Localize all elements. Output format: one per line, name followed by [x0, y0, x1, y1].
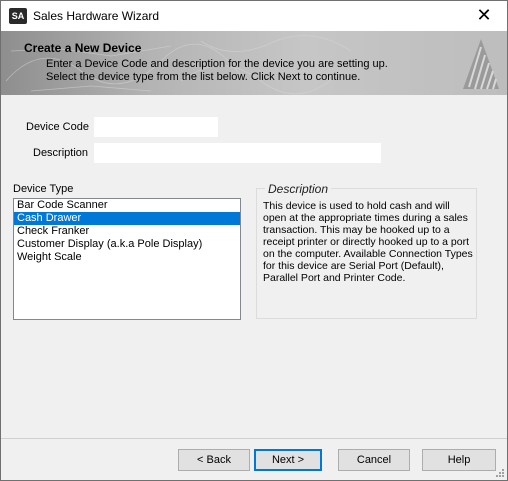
next-button[interactable]: Next >: [254, 449, 322, 471]
triangle-stripes-logo: [463, 39, 499, 90]
cancel-button[interactable]: Cancel: [338, 449, 410, 471]
banner-title: Create a New Device: [24, 41, 142, 55]
footer-divider: [1, 438, 507, 439]
window-title: Sales Hardware Wizard: [33, 9, 160, 23]
description-field[interactable]: [94, 143, 381, 163]
list-item[interactable]: Weight Scale: [14, 251, 240, 264]
list-item[interactable]: Customer Display (a.k.a Pole Display): [14, 238, 240, 251]
description-group: Description This device is used to hold …: [256, 182, 477, 319]
device-type-list[interactable]: Bar Code Scanner Cash Drawer Check Frank…: [13, 198, 241, 320]
help-button[interactable]: Help: [422, 449, 496, 471]
back-button[interactable]: < Back: [178, 449, 250, 471]
banner-instruction-2: Select the device type from the list bel…: [46, 71, 361, 83]
app-icon: SA: [9, 8, 27, 24]
device-type-label: Device Type: [13, 183, 74, 195]
list-item[interactable]: Bar Code Scanner: [14, 199, 240, 212]
list-item[interactable]: Check Franker: [14, 225, 240, 238]
close-icon[interactable]: ✕: [461, 1, 507, 31]
device-code-label: Device Code: [26, 121, 89, 133]
device-description-text: This device is used to hold cash and wil…: [263, 200, 473, 284]
wizard-window: SA Sales Hardware Wizard ✕ Create a New …: [0, 0, 508, 481]
device-code-field[interactable]: [94, 117, 218, 137]
resize-grip-icon[interactable]: [495, 468, 505, 478]
title-bar: SA Sales Hardware Wizard ✕: [1, 1, 507, 31]
description-legend: Description: [265, 182, 332, 196]
banner-instruction-1: Enter a Device Code and description for …: [46, 58, 388, 70]
description-label: Description: [33, 147, 89, 159]
list-item[interactable]: Cash Drawer: [14, 212, 240, 225]
header-banner: Create a New Device Enter a Device Code …: [1, 31, 507, 95]
